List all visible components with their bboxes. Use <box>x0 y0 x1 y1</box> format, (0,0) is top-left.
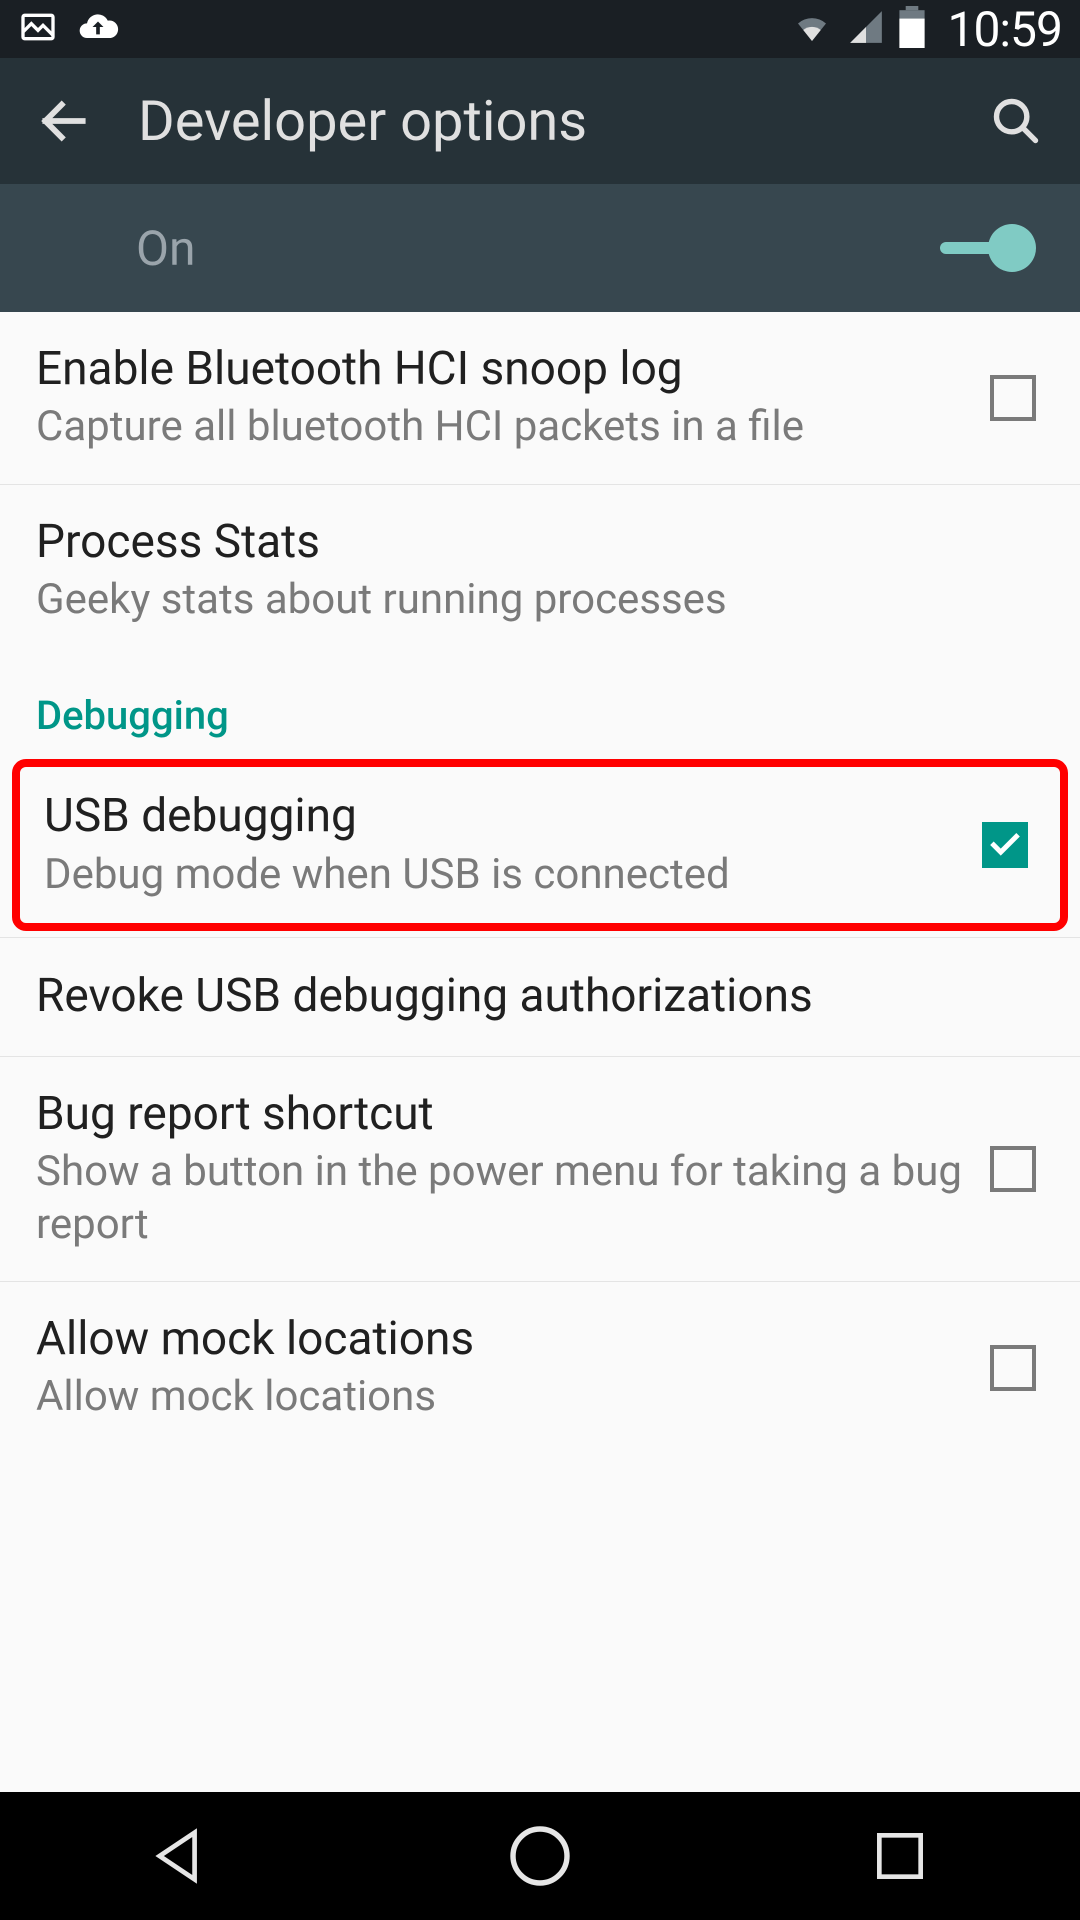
item-title: Bug report shortcut <box>36 1087 970 1142</box>
master-switch[interactable] <box>936 224 1036 272</box>
highlight-annotation: USB debugging Debug mode when USB is con… <box>12 759 1068 931</box>
item-subtitle: Allow mock locations <box>36 1371 970 1424</box>
nav-recent-button[interactable] <box>820 1806 980 1906</box>
search-button[interactable] <box>980 85 1052 157</box>
app-bar: Developer options <box>0 58 1080 184</box>
navigation-bar <box>0 1792 1080 1920</box>
nav-back-button[interactable] <box>100 1806 260 1906</box>
item-subtitle: Capture all bluetooth HCI packets in a f… <box>36 401 970 454</box>
cloud-upload-icon <box>76 5 120 53</box>
item-title: Enable Bluetooth HCI snoop log <box>36 342 970 397</box>
item-subtitle: Show a button in the power menu for taki… <box>36 1146 970 1251</box>
item-title: Revoke USB debugging authorizations <box>36 969 1024 1024</box>
battery-icon <box>899 6 925 52</box>
checkbox[interactable] <box>982 822 1028 868</box>
checkbox[interactable] <box>990 375 1036 421</box>
section-header-debugging: Debugging <box>0 656 1080 755</box>
image-icon <box>18 7 58 51</box>
item-subtitle: Debug mode when USB is connected <box>44 849 962 902</box>
list-item-usb-debugging[interactable]: USB debugging Debug mode when USB is con… <box>20 767 1060 923</box>
settings-list: Enable Bluetooth HCI snoop log Capture a… <box>0 312 1080 1792</box>
list-item-bug-report[interactable]: Bug report shortcut Show a button in the… <box>0 1057 1080 1282</box>
nav-home-button[interactable] <box>460 1806 620 1906</box>
list-item-revoke-usb[interactable]: Revoke USB debugging authorizations <box>0 937 1080 1057</box>
back-button[interactable] <box>28 85 100 157</box>
checkbox[interactable] <box>990 1146 1036 1192</box>
item-title: USB debugging <box>44 789 962 844</box>
page-title: Developer options <box>138 88 587 154</box>
list-item-mock-locations[interactable]: Allow mock locations Allow mock location… <box>0 1282 1080 1434</box>
item-title: Allow mock locations <box>36 1312 970 1367</box>
cell-signal-icon <box>847 8 885 50</box>
checkbox[interactable] <box>990 1345 1036 1391</box>
item-subtitle: Geeky stats about running processes <box>36 574 1024 627</box>
status-bar: 10:59 <box>0 0 1080 58</box>
list-item-process-stats[interactable]: Process Stats Geeky stats about running … <box>0 485 1080 657</box>
clock-text: 10:59 <box>947 1 1062 58</box>
master-switch-label: On <box>136 220 196 277</box>
list-item-bt-hci[interactable]: Enable Bluetooth HCI snoop log Capture a… <box>0 312 1080 485</box>
wifi-icon <box>791 6 833 52</box>
item-title: Process Stats <box>36 515 1024 570</box>
master-switch-row[interactable]: On <box>0 184 1080 312</box>
